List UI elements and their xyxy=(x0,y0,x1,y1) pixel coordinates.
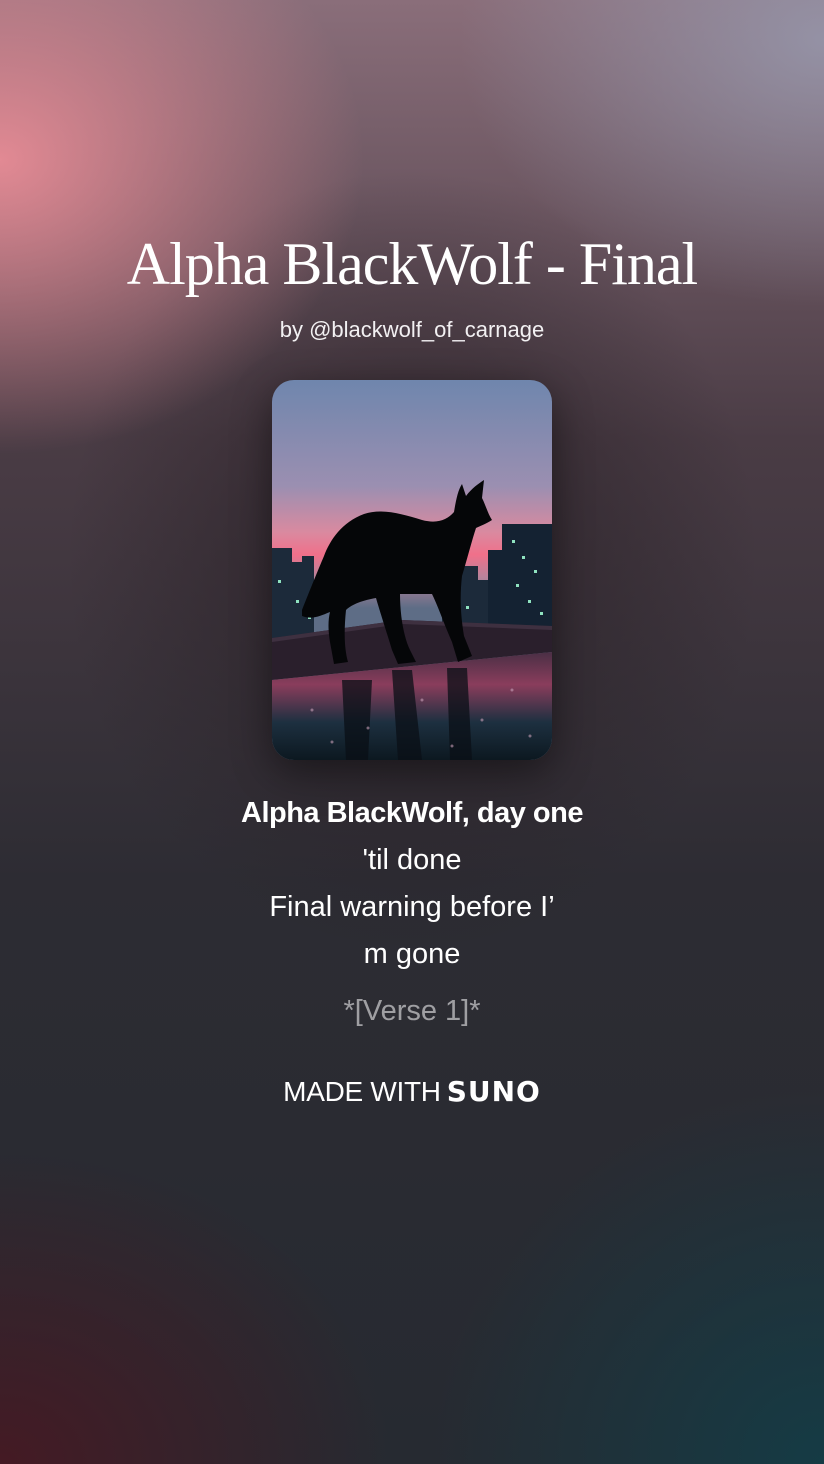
lyrics-panel: Alpha BlackWolf, day one 'til done Final… xyxy=(212,790,612,1035)
made-with-label: MADE WITH xyxy=(283,1076,441,1107)
lyric-line: 'til done xyxy=(362,844,462,876)
cover-art xyxy=(272,380,552,760)
lyric-line-active: Alpha BlackWolf, day one xyxy=(241,797,583,829)
wolf-artwork-icon xyxy=(272,380,552,760)
lyric-line: m gone xyxy=(363,938,461,970)
suno-logo: SUNO xyxy=(446,1075,541,1108)
lyric-line: Final warning before I’ xyxy=(269,891,555,923)
lyric-section-label: *[Verse 1]* xyxy=(343,995,481,1027)
artist-byline[interactable]: by @blackwolf_of_carnage xyxy=(0,315,824,345)
song-title: Alpha BlackWolf - Final xyxy=(126,231,698,297)
share-card: Alpha BlackWolf - Final by @blackwolf_of… xyxy=(0,0,824,1464)
made-with-suno-badge[interactable]: MADE WITH SUNO xyxy=(0,1072,824,1112)
